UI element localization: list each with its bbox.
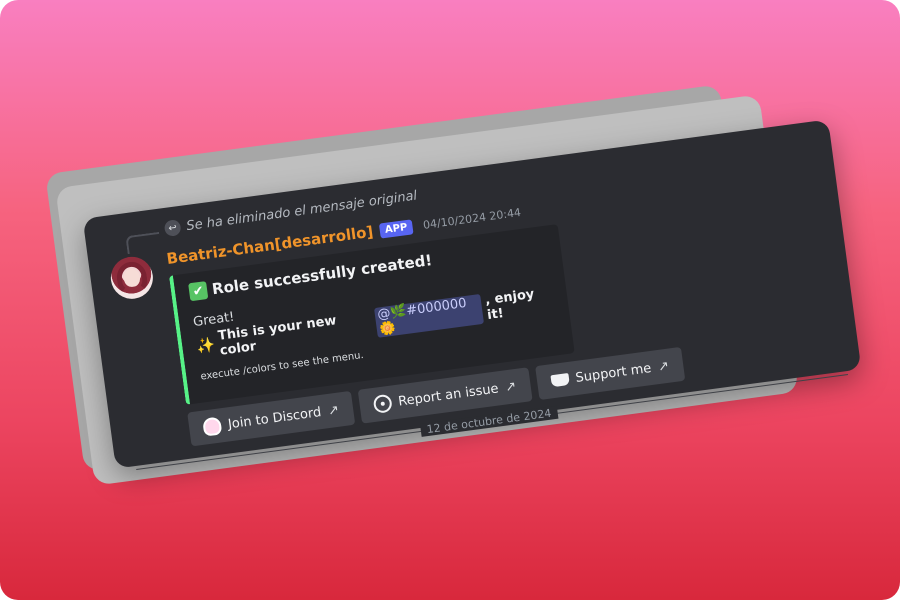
background: ↩ Se ha eliminado el mensaje original Be… bbox=[0, 0, 900, 600]
support-me-label: Support me bbox=[574, 360, 653, 386]
sparkles-icon: ✨ bbox=[195, 335, 217, 356]
external-link-icon: ↗ bbox=[657, 358, 670, 375]
join-discord-label: Join to Discord bbox=[227, 404, 323, 432]
report-issue-label: Report an issue bbox=[397, 380, 500, 410]
herb-icon: 🌿 bbox=[389, 303, 408, 321]
blossom-icon: 🌼 bbox=[378, 320, 397, 338]
card-stack: ↩ Se ha eliminado el mensaje original Be… bbox=[0, 0, 900, 600]
message-timestamp: 04/10/2024 20:44 bbox=[422, 205, 522, 232]
coffee-cup-icon bbox=[550, 373, 570, 388]
reply-arrow-icon: ↩ bbox=[163, 219, 182, 237]
circle-dot-icon bbox=[372, 393, 393, 414]
check-mark-icon: ✔ bbox=[188, 281, 209, 302]
reply-connector bbox=[125, 231, 162, 255]
app-badge: APP bbox=[379, 218, 414, 239]
external-link-icon: ↗ bbox=[327, 402, 340, 419]
external-link-icon: ↗ bbox=[504, 378, 518, 395]
ghost-mascot-icon bbox=[202, 416, 223, 437]
embed-color-suffix: , enjoy it! bbox=[484, 286, 536, 324]
avatar[interactable] bbox=[108, 254, 156, 302]
